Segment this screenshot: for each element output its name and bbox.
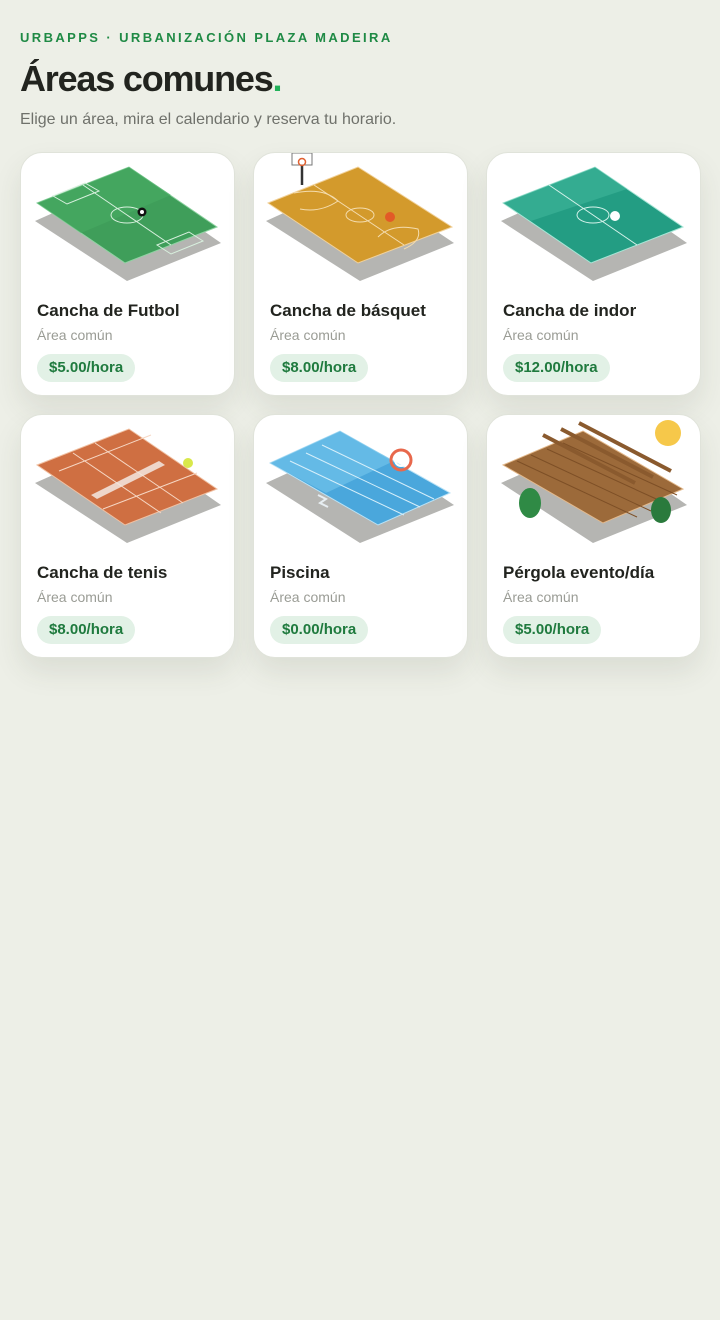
basketball-court-icon xyxy=(266,152,454,281)
app-eyebrow: URBAPPS · URBANIZACIÓN PLAZA MADEIRA xyxy=(20,30,393,45)
area-price-badge: $12.00/hora xyxy=(503,353,610,382)
area-kind: Área común xyxy=(503,326,579,343)
area-kind: Área común xyxy=(37,326,113,343)
pool-icon xyxy=(266,430,454,543)
areas-grid: Cancha de Futbol Área común $5.00/hora C… xyxy=(20,151,701,658)
area-price-badge: $5.00/hora xyxy=(503,615,602,644)
indoor-court-icon xyxy=(501,166,687,281)
area-name: Piscina xyxy=(270,562,330,582)
soccer-field-icon xyxy=(35,166,221,281)
area-card-indor[interactable]: Cancha de indor Área común $12.00/hora xyxy=(486,151,701,396)
area-name: Cancha de Futbol xyxy=(37,300,180,320)
title-dot: . xyxy=(272,58,283,99)
area-card-piscina[interactable]: Piscina Área común $0.00/hora xyxy=(253,413,468,658)
area-card-pergola[interactable]: Pérgola evento/día Área común $5.00/hora xyxy=(486,413,701,658)
pergola-icon xyxy=(501,419,687,543)
area-card-basquet[interactable]: Cancha de básquet Área común $8.00/hora xyxy=(253,151,468,396)
area-card-tenis[interactable]: Cancha de tenis Área común $8.00/hora xyxy=(20,413,235,658)
area-price-badge: $8.00/hora xyxy=(37,615,136,644)
page-title-text: Áreas comunes xyxy=(20,58,274,99)
tennis-court-icon xyxy=(35,428,221,543)
area-name: Cancha de tenis xyxy=(37,562,168,582)
page-subtitle: Elige un área, mira el calendario y rese… xyxy=(20,110,397,128)
area-price-badge: $8.00/hora xyxy=(270,353,369,382)
area-card-futbol[interactable]: Cancha de Futbol Área común $5.00/hora xyxy=(20,151,235,396)
area-name: Pérgola evento/día xyxy=(503,562,655,582)
area-kind: Área común xyxy=(37,588,113,605)
common-areas-page: URBAPPS · URBANIZACIÓN PLAZA MADEIRA Áre… xyxy=(0,0,720,658)
area-kind: Área común xyxy=(270,326,346,343)
area-name: Cancha de básquet xyxy=(270,300,426,320)
area-price-badge: $5.00/hora xyxy=(37,353,136,382)
area-kind: Área común xyxy=(270,588,346,605)
page-title: Áreas comunes. xyxy=(20,59,700,99)
area-kind: Área común xyxy=(503,588,579,605)
area-name: Cancha de indor xyxy=(503,300,637,320)
area-price-badge: $0.00/hora xyxy=(270,615,369,644)
